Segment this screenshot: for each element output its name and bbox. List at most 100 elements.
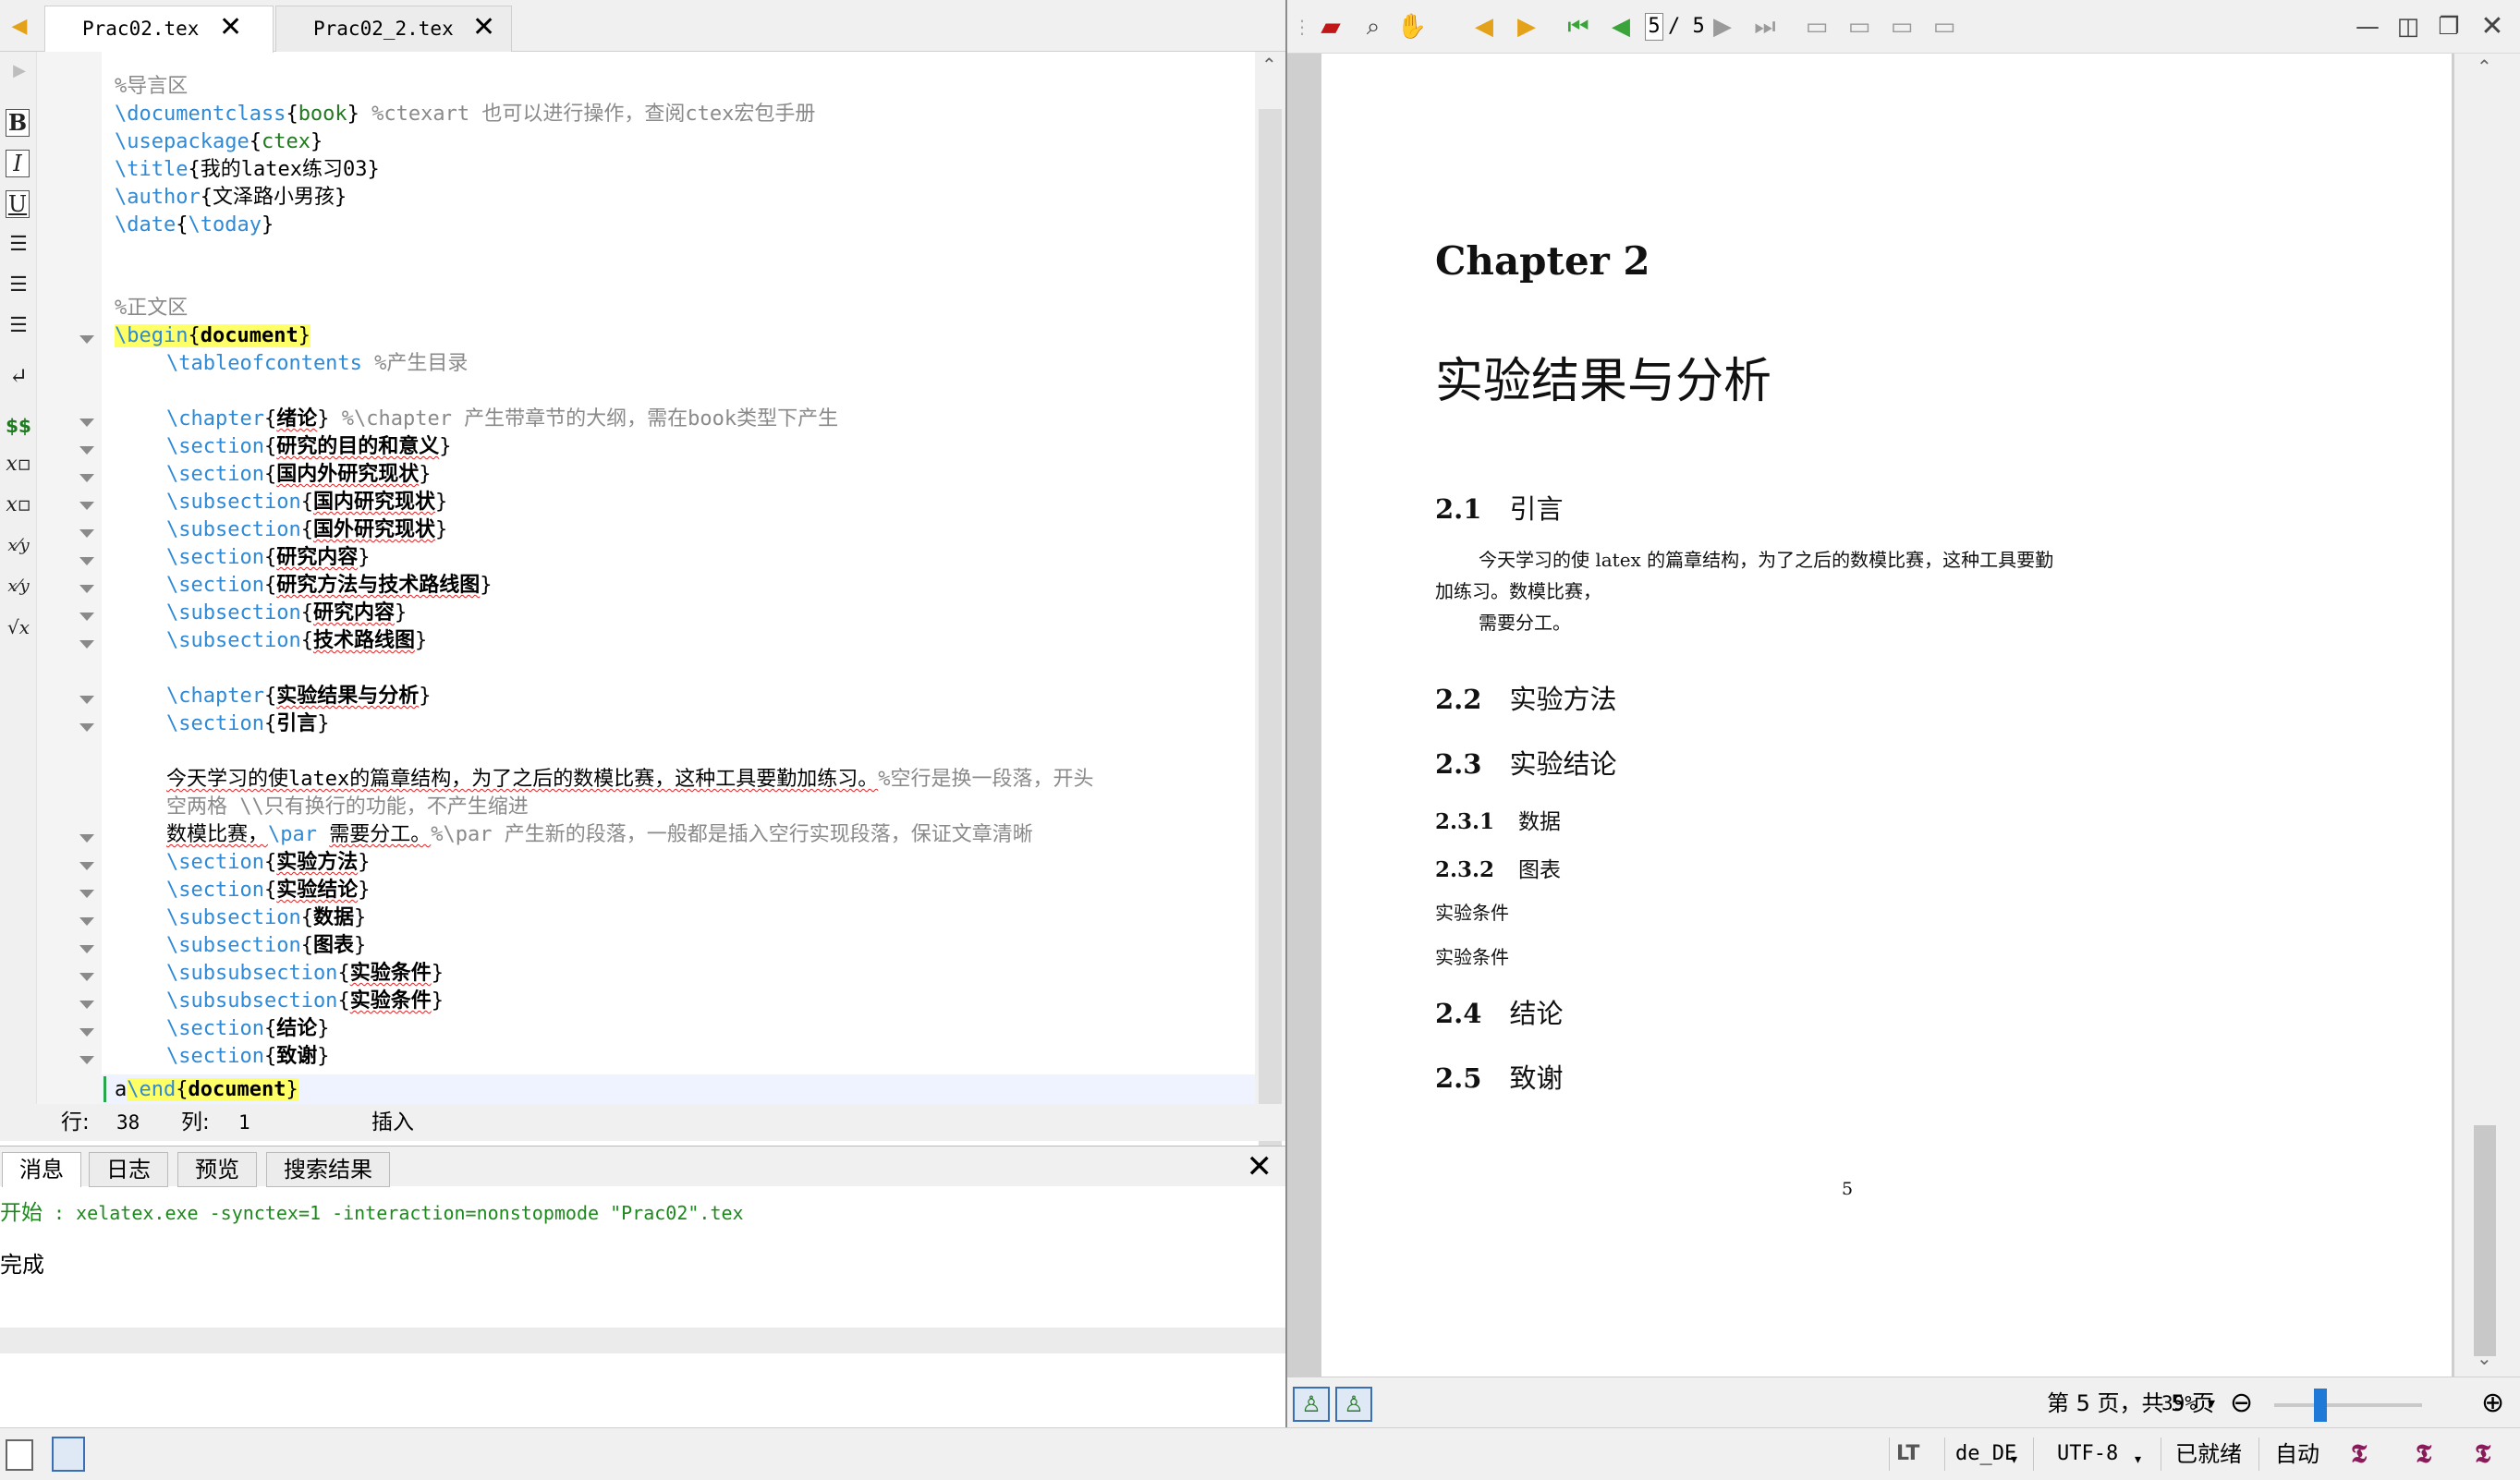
encoding[interactable]: UTF-8 <box>2057 1438 2118 1471</box>
code-editor[interactable]: %导言区 \documentclass{book} %ctexart 也可以进行… <box>103 73 1254 1110</box>
fold-marker-icon[interactable] <box>79 640 94 649</box>
tab-messages[interactable]: 消息 <box>2 1152 81 1187</box>
toggle-messages-icon[interactable] <box>52 1437 85 1472</box>
first-page-icon[interactable]: ⏮ <box>1563 11 1594 42</box>
align-center-icon[interactable]: ☰ <box>6 270 31 301</box>
page-number-input[interactable]: 5 <box>1645 13 1663 41</box>
pdf-scrollbar[interactable]: ⌃ ⌄ <box>2454 54 2520 1377</box>
back-icon[interactable]: ◀ <box>1470 11 1498 42</box>
fold-marker-icon[interactable] <box>79 474 94 482</box>
fold-marker-icon[interactable] <box>79 723 94 732</box>
tab-preview[interactable]: 预览 <box>177 1152 257 1187</box>
language-dropdown-icon[interactable]: ▾ <box>2011 1443 2017 1476</box>
fold-marker-icon[interactable] <box>79 529 94 538</box>
restore-window-icon[interactable]: ❐ <box>2433 11 2465 42</box>
code-line: \subsection{图表} <box>166 934 367 957</box>
spellcheck-language[interactable]: de_DE <box>1955 1438 2016 1471</box>
tab-log[interactable]: 日志 <box>89 1152 168 1187</box>
tab-label: Prac02.tex <box>82 18 200 40</box>
pdf-page[interactable]: Chapter 2 实验结果与分析 2.1 引言 今天学习的使 latex 的篇章… <box>1321 54 2452 1377</box>
editor-pane: ◀ Prac02.tex ✕ Prac02_2.tex ✕ ▶ B I U ☰ … <box>0 0 1285 1427</box>
zoom-dropdown-icon[interactable]: ▾ <box>2208 1387 2215 1420</box>
two-page-view-icon[interactable]: ▭ <box>1886 11 1917 42</box>
dfrac-icon[interactable]: x⁄y <box>6 571 31 602</box>
subscript-icon[interactable]: x▫ <box>6 449 31 480</box>
next-page-icon[interactable]: ▶ <box>1709 11 1736 42</box>
sync-pdf-icon[interactable]: ♙ <box>1335 1387 1372 1422</box>
underline-button[interactable]: U <box>6 190 30 218</box>
fold-marker-icon[interactable] <box>79 335 94 344</box>
sqrt-button[interactable]: √x <box>6 612 31 643</box>
fold-marker-icon[interactable] <box>79 862 94 870</box>
continuous-view-icon[interactable]: ▭ <box>1844 11 1875 42</box>
code-line: 数模比赛，\par 需要分工。%\par 产生新的段落，一般都是插入空行实现段落… <box>166 823 1033 846</box>
hand-icon[interactable]: ✋ <box>1396 11 1428 42</box>
code-line: 今天学习的使latex的篇章结构，为了之后的数模比赛，这种工具要勤加练习。%空行… <box>166 768 1094 791</box>
subsection-heading: 2.3.1 数据 <box>1435 809 1562 834</box>
forward-arrow-icon[interactable]: ▶ <box>6 57 33 85</box>
newline-icon[interactable]: ↵ <box>6 360 31 392</box>
scrollbar-thumb[interactable] <box>1259 109 1282 1158</box>
tab-prac02[interactable]: Prac02.tex ✕ <box>44 6 274 53</box>
zoom-slider-thumb[interactable] <box>2313 1389 2327 1422</box>
fraction-icon[interactable]: x⁄y <box>6 530 31 562</box>
fold-marker-icon[interactable] <box>79 1001 94 1009</box>
zoom-in-icon[interactable]: ⊕ <box>2481 1387 2504 1420</box>
search-icon[interactable]: ⌕ <box>1357 11 1389 42</box>
zoom-slider[interactable] <box>2274 1389 2422 1422</box>
superscript-icon[interactable]: x▫ <box>6 490 31 521</box>
italic-button[interactable]: I <box>6 150 30 177</box>
compile-done: 完成 <box>0 1252 44 1278</box>
bold-button[interactable]: B <box>6 109 30 137</box>
single-page-view-icon[interactable]: ▭ <box>1801 11 1832 42</box>
tab-search-results[interactable]: 搜索结果 <box>266 1152 390 1187</box>
math-button[interactable]: $$ <box>6 410 31 442</box>
scrollbar-thumb[interactable] <box>2474 1125 2496 1356</box>
language-tool-icon[interactable]: LT <box>1896 1438 1919 1471</box>
close-tab-icon[interactable]: ✕ <box>472 6 495 49</box>
texstudio-icon[interactable]: 𝕿 <box>2351 1438 2367 1471</box>
tab-prac02-2[interactable]: Prac02_2.tex ✕ <box>275 6 512 52</box>
pdf-icon[interactable]: ▰ <box>1315 11 1346 42</box>
last-page-icon[interactable]: ⏭ <box>1749 11 1781 42</box>
texstudio-icon[interactable]: 𝕿 <box>2416 1438 2431 1471</box>
align-left-icon[interactable]: ☰ <box>6 229 31 261</box>
fold-marker-icon[interactable] <box>79 1028 94 1037</box>
fold-marker-icon[interactable] <box>79 890 94 898</box>
fold-marker-icon[interactable] <box>79 446 94 455</box>
fold-marker-icon[interactable] <box>79 945 94 953</box>
fold-marker-icon[interactable] <box>79 973 94 981</box>
code-line: \chapter{实验结果与分析} <box>166 685 432 708</box>
close-viewer-icon[interactable]: ✕ <box>2474 11 2511 42</box>
zoom-out-icon[interactable]: ⊖ <box>2230 1387 2253 1420</box>
code-line: \subsection{国外研究现状} <box>166 518 448 541</box>
scroll-up-icon[interactable]: ⌃ <box>2477 55 2492 78</box>
align-right-icon[interactable]: ☰ <box>6 310 31 342</box>
fold-marker-icon[interactable] <box>79 834 94 843</box>
previous-page-icon[interactable]: ◀ <box>1605 11 1637 42</box>
editor-scrollbar[interactable]: ⌃ ⌄ <box>1255 52 1285 1158</box>
back-arrow-icon[interactable]: ◀ <box>6 13 33 41</box>
toggle-structure-icon[interactable] <box>6 1439 33 1471</box>
minimize-icon[interactable]: — <box>2352 11 2383 42</box>
embed-window-icon[interactable]: ◫ <box>2392 11 2424 42</box>
zoom-level[interactable]: 39% <box>2161 1387 2197 1420</box>
fold-marker-icon[interactable] <box>79 1056 94 1064</box>
fold-marker-icon[interactable] <box>79 585 94 593</box>
fold-marker-icon[interactable] <box>79 419 94 427</box>
fit-page-icon[interactable]: ▭ <box>1929 11 1960 42</box>
close-panel-icon[interactable]: ✕ <box>1247 1146 1273 1187</box>
close-tab-icon[interactable]: ✕ <box>219 6 242 49</box>
scroll-up-icon[interactable]: ⌃ <box>1261 54 1277 76</box>
texstudio-icon[interactable]: 𝕿 <box>2475 1438 2490 1471</box>
fold-marker-icon[interactable] <box>79 696 94 704</box>
message-panel: 开始 : xelatex.exe -synctex=1 -interaction… <box>0 1187 1285 1427</box>
fold-marker-icon[interactable] <box>79 557 94 565</box>
forward-icon[interactable]: ▶ <box>1513 11 1540 42</box>
fold-marker-icon[interactable] <box>79 613 94 621</box>
fold-marker-icon[interactable] <box>79 502 94 510</box>
fold-marker-icon[interactable] <box>79 917 94 926</box>
scroll-down-icon[interactable]: ⌄ <box>2477 1347 2492 1369</box>
encoding-dropdown-icon[interactable]: ▾ <box>2135 1443 2141 1476</box>
sync-editor-icon[interactable]: ♙ <box>1293 1387 1330 1422</box>
